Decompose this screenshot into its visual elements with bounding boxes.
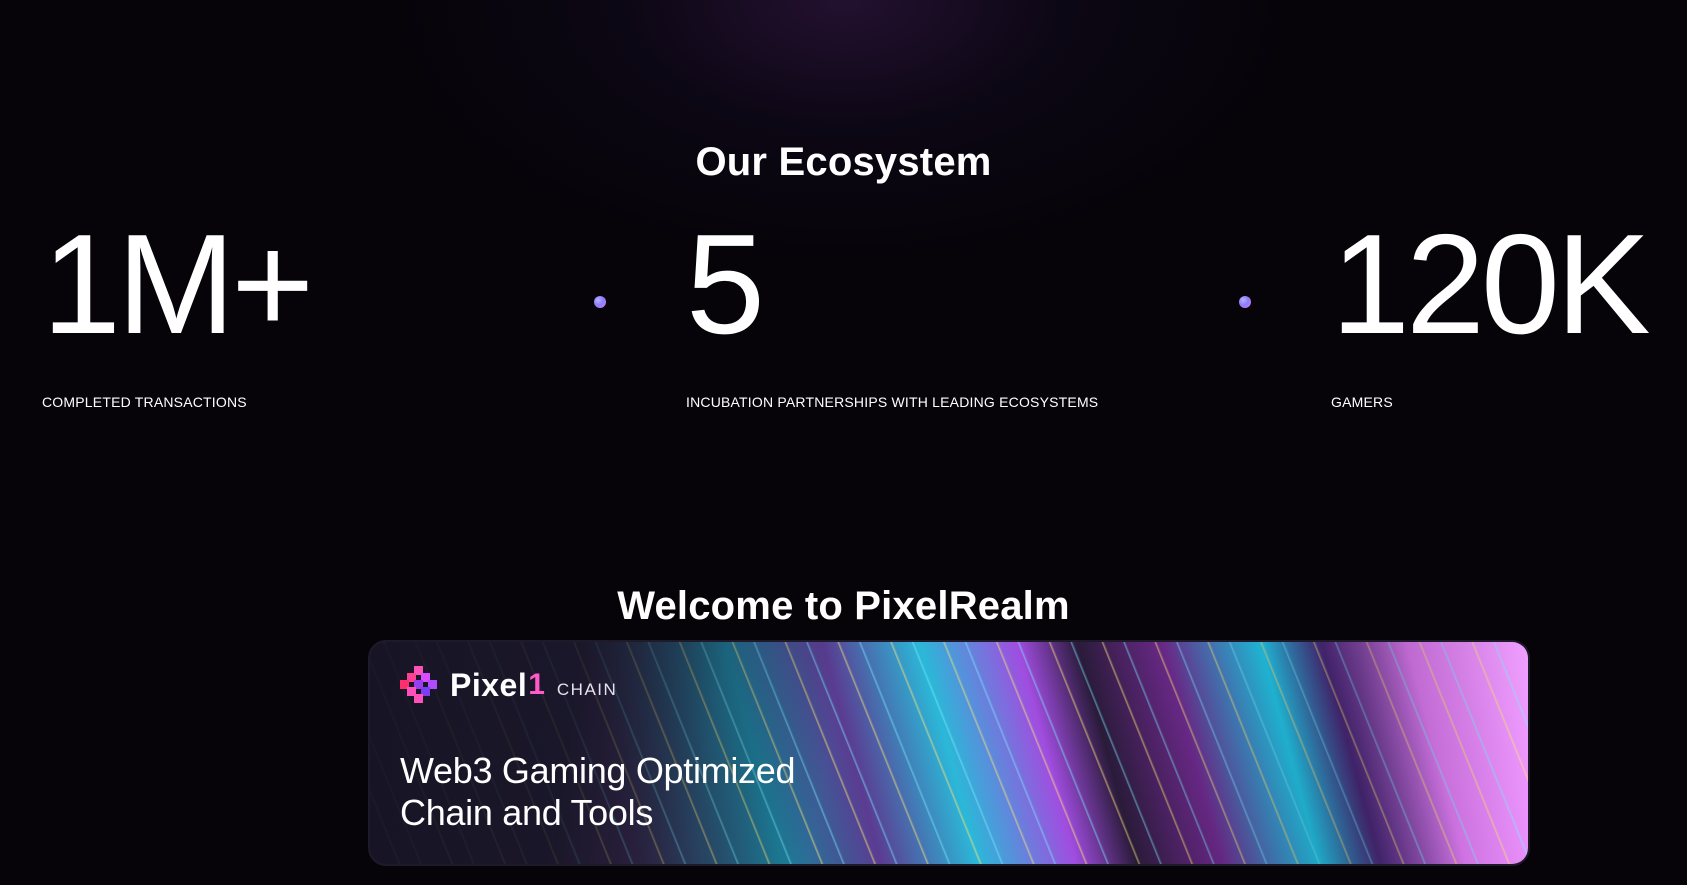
logo-pixel [414, 694, 423, 703]
brand-suffix: CHAIN [556, 680, 618, 699]
banner-headline-line: Web3 Gaming Optimized [400, 750, 796, 791]
stat-value: 5 [686, 205, 765, 364]
stat-label: COMPLETED TRANSACTIONS [42, 394, 247, 410]
banner-headline: Web3 Gaming Optimized Chain and Tools [400, 750, 796, 834]
brand-name: Pixel [450, 666, 528, 703]
stat-label: GAMERS [1331, 394, 1393, 410]
stat-partnerships: 5 INCUBATION PARTNERSHIPS WITH LEADING E… [686, 205, 1246, 410]
brand-logo: Pixel 1 CHAIN [400, 666, 617, 704]
pixel-chain-banner[interactable]: Pixel 1 CHAIN Web3 Gaming Optimized Chai… [368, 640, 1530, 866]
brand-mark: 1 [528, 668, 545, 701]
ecosystem-title: Our Ecosystem [695, 140, 992, 185]
separator-dot [594, 296, 606, 308]
welcome-title: Welcome to PixelRealm [617, 584, 1070, 629]
pixel-diamond-icon [400, 666, 438, 704]
stat-transactions: 1M+ COMPLETED TRANSACTIONS [42, 205, 602, 410]
separator-dot [1239, 296, 1251, 308]
banner-shade [1108, 642, 1528, 864]
stat-value: 1M+ [42, 205, 314, 364]
stat-label: INCUBATION PARTNERSHIPS WITH LEADING ECO… [686, 394, 1099, 410]
stat-gamers: 120K GAMERS [1331, 205, 1687, 410]
stat-value: 120K [1331, 205, 1651, 364]
banner-headline-line: Chain and Tools [400, 792, 654, 833]
